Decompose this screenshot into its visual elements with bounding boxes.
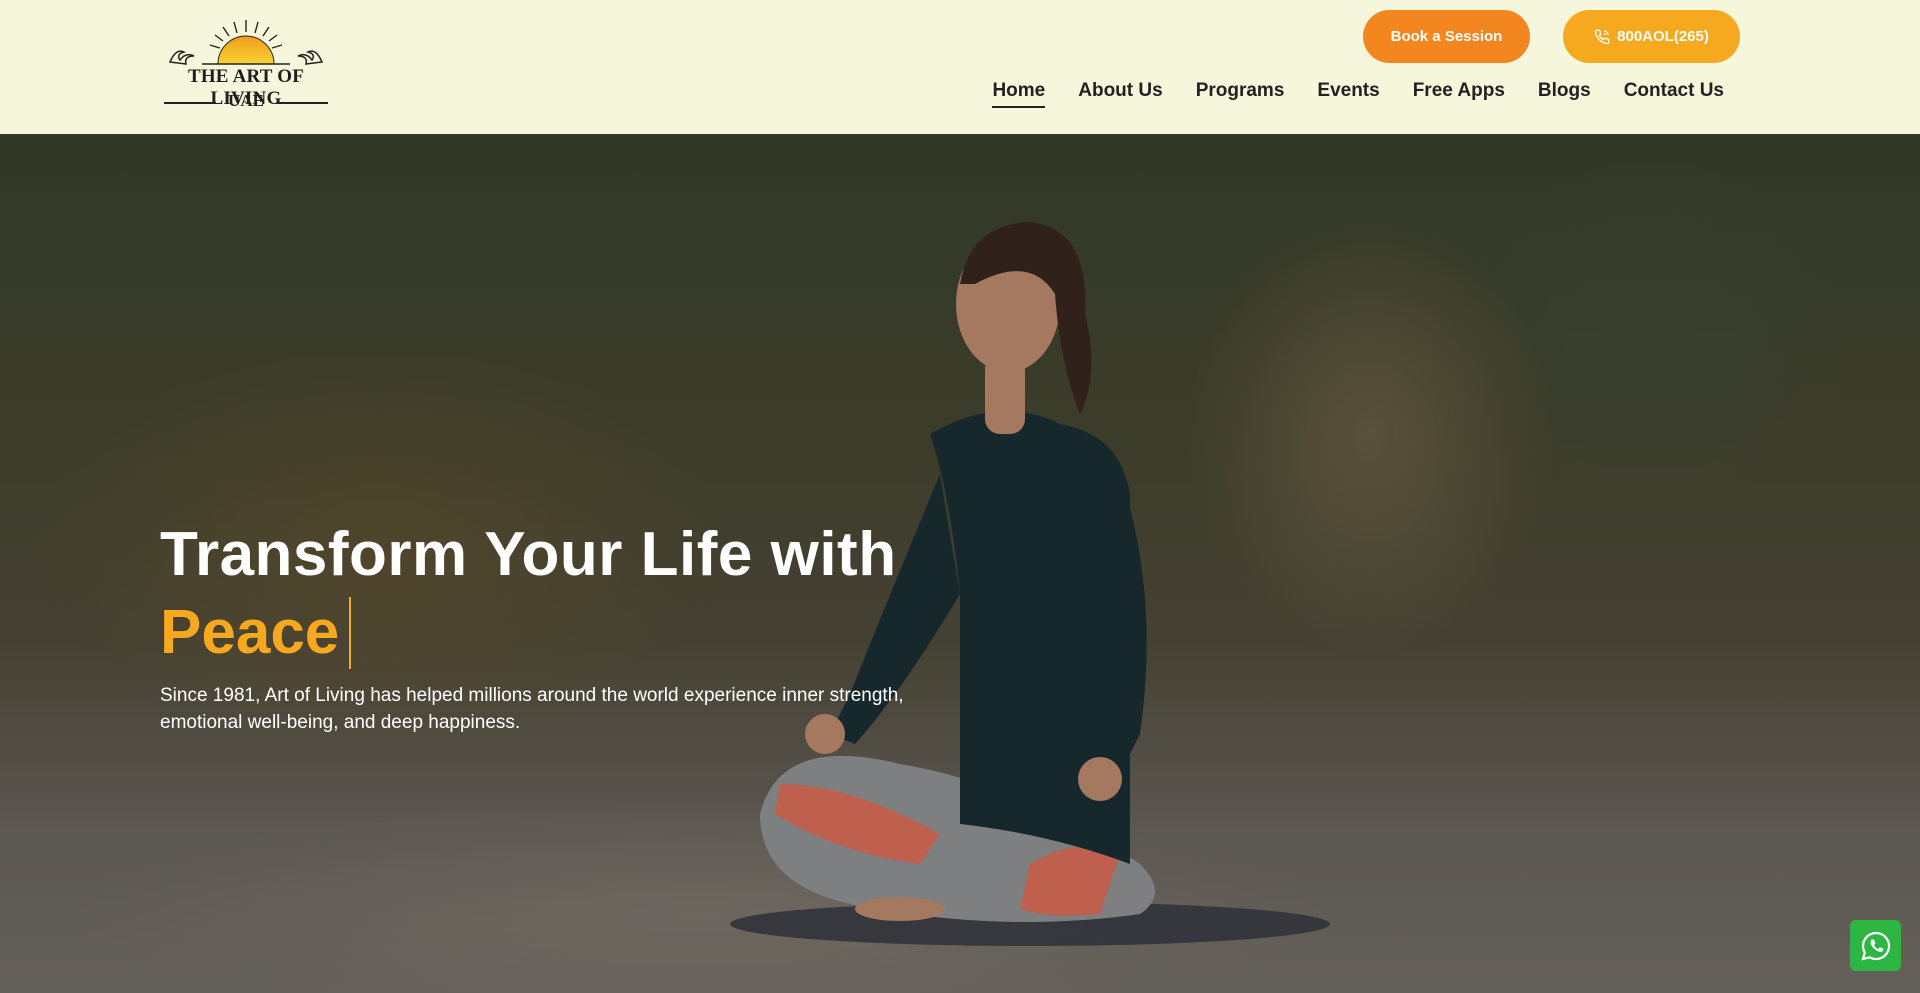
hero-description: Since 1981, Art of Living has helped mil… [160, 685, 904, 733]
site-header: THE ART OF LIVING UAE Book a Session 800… [0, 0, 1920, 134]
hero-section: Transform Your Life with Peace Since 198… [0, 134, 1920, 993]
whatsapp-button[interactable] [1850, 920, 1901, 971]
art-of-living-logo[interactable]: THE ART OF LIVING UAE [162, 18, 330, 114]
main-nav: Home About Us Programs Events Free Apps … [992, 80, 1724, 108]
hero-title: Transform Your Life with [160, 520, 897, 589]
nav-home[interactable]: Home [992, 80, 1046, 108]
phone-icon [1594, 29, 1610, 44]
logo-subtitle: UAE [228, 91, 264, 110]
typing-caret [349, 597, 352, 669]
hero-accent-text: Peace [160, 598, 340, 667]
phone-call-button[interactable]: 800AOL(265) [1563, 10, 1740, 63]
nav-blogs[interactable]: Blogs [1538, 80, 1591, 108]
book-session-button[interactable]: Book a Session [1363, 10, 1530, 63]
hero-accent-word: Peace [160, 597, 352, 669]
nav-contact-us[interactable]: Contact Us [1624, 80, 1724, 108]
nav-events[interactable]: Events [1317, 80, 1379, 108]
nav-about-us[interactable]: About Us [1078, 80, 1162, 108]
nav-programs[interactable]: Programs [1196, 80, 1285, 108]
whatsapp-icon [1860, 931, 1890, 961]
logo-divider-right [276, 102, 328, 104]
nav-free-apps[interactable]: Free Apps [1413, 80, 1505, 108]
phone-number: 800AOL(265) [1617, 28, 1709, 45]
